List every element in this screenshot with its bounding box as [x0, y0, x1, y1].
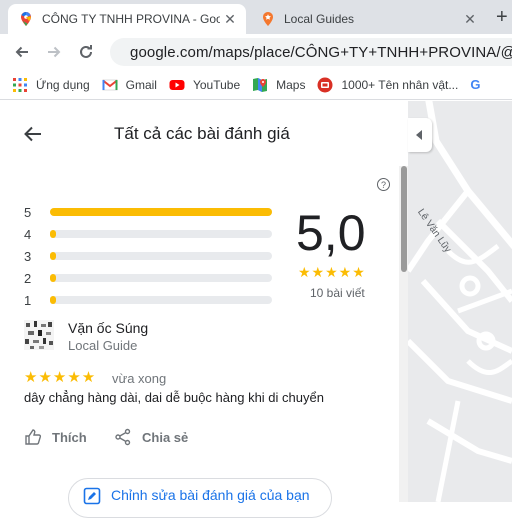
tab-provina[interactable]: CÔNG TY TNHH PROVINA - Goo ✕ — [8, 4, 246, 34]
new-tab-icon[interactable]: + — [496, 6, 508, 29]
rating-bar-label: 2 — [24, 270, 32, 286]
rating-bar-track — [50, 296, 272, 304]
rating-bar-label: 5 — [24, 204, 32, 220]
rating-bar-track — [50, 252, 272, 260]
browser-toolbar: google.com/maps/place/CÔNG+TY+TNHH+PROVI… — [0, 34, 512, 70]
average-stars: ★★★★★ — [298, 264, 366, 280]
tab-title: CÔNG TY TNHH PROVINA - Goo — [42, 12, 220, 26]
review-stars: ★★★★★ — [24, 369, 97, 386]
google-maps-icon — [21, 12, 31, 26]
bookmark-label: 1000+ Tên nhân vật... — [341, 77, 459, 92]
chevron-left-icon — [416, 130, 422, 140]
bookmarks-bar: Ứng dụng Gmail YouTube Maps 1000+ Tên nh… — [0, 70, 512, 100]
review-time: vừa xong — [112, 371, 167, 386]
average-score: 5,0 — [296, 205, 366, 261]
bookmark-label: Gmail — [125, 77, 157, 92]
rating-bar-track — [50, 274, 272, 282]
reviewer-name[interactable]: Vặn ốc Súng — [68, 320, 148, 336]
rating-bar-label: 3 — [24, 248, 32, 264]
collapse-panel-button[interactable] — [408, 118, 432, 152]
share-icon — [115, 428, 131, 446]
back-arrow-icon[interactable] — [22, 123, 44, 145]
page-title: Tất cả các bài đánh giá — [114, 124, 290, 143]
help-icon[interactable]: ? — [377, 178, 390, 191]
back-arrow-icon[interactable] — [10, 40, 34, 64]
thumbs-up-icon — [25, 429, 42, 445]
close-tab-icon[interactable]: ✕ — [220, 11, 240, 28]
bookmark-site[interactable]: 1000+ Tên nhân vật... — [317, 77, 458, 93]
edit-review-button[interactable]: Chỉnh sửa bài đánh giá của bạn — [68, 478, 332, 518]
rating-bar-label: 4 — [24, 226, 32, 242]
maps-icon — [253, 77, 268, 92]
close-tab-icon[interactable]: ✕ — [460, 11, 480, 28]
rating-bar-row: 5 — [24, 204, 272, 220]
bookmark-google[interactable]: G — [470, 77, 480, 92]
rating-bar-fill — [50, 252, 56, 260]
tab-bar: CÔNG TY TNHH PROVINA - Goo ✕ Local Guide… — [0, 0, 512, 34]
local-guides-icon — [263, 12, 273, 26]
rating-bar-track — [50, 230, 272, 238]
share-label: Chia sẻ — [142, 429, 189, 445]
google-icon: G — [470, 77, 481, 92]
forward-arrow-icon[interactable] — [42, 40, 66, 64]
bookmark-youtube[interactable]: YouTube — [169, 77, 240, 93]
rating-bar-row: 2 — [24, 270, 272, 286]
tab-title: Local Guides — [284, 12, 355, 26]
rating-bar-row: 3 — [24, 248, 272, 264]
bookmark-label: Ứng dụng — [36, 77, 90, 92]
address-bar[interactable]: google.com/maps/place/CÔNG+TY+TNHH+PROVI… — [110, 38, 512, 66]
gmail-icon — [102, 79, 118, 90]
review-text: dây chẳng hàng dài, dai dễ buộc hàng khi… — [24, 390, 324, 405]
avatar[interactable] — [24, 320, 54, 350]
tab-local-guides[interactable]: Local Guides ✕ — [250, 4, 486, 34]
bookmark-label: Maps — [276, 77, 306, 92]
rating-bar-fill — [50, 208, 272, 216]
share-button[interactable]: Chia sẻ — [114, 428, 188, 446]
reload-icon[interactable] — [74, 40, 98, 64]
bookmark-gmail[interactable]: Gmail — [102, 77, 157, 93]
bookmark-apps[interactable]: Ứng dụng — [12, 77, 90, 93]
youtube-icon — [169, 79, 185, 90]
rating-bar-track — [50, 208, 272, 216]
map-area[interactable]: Lê Văn Lũy — [408, 101, 512, 502]
rating-bar-row: 1 — [24, 292, 272, 308]
url-text: google.com/maps/place/CÔNG+TY+TNHH+PROVI… — [130, 43, 512, 61]
rating-bar-fill — [50, 296, 56, 304]
rating-bar-fill — [50, 274, 56, 282]
edit-review-icon — [83, 487, 101, 505]
rating-bar-fill — [50, 230, 56, 238]
scrollbar-thumb[interactable] — [401, 166, 407, 272]
like-button[interactable]: Thích — [24, 428, 87, 446]
edit-review-label: Chỉnh sửa bài đánh giá của bạn — [111, 487, 310, 503]
apps-grid-icon — [13, 77, 27, 92]
bookmark-maps[interactable]: Maps — [252, 77, 305, 93]
bookmark-site-icon — [317, 77, 333, 92]
rating-bar-label: 1 — [24, 292, 32, 308]
bookmark-label: YouTube — [192, 77, 241, 92]
review-count[interactable]: 10 bài viết — [310, 286, 365, 300]
like-label: Thích — [52, 429, 87, 445]
rating-bar-row: 4 — [24, 226, 272, 242]
reviewer-badge: Local Guide — [68, 338, 138, 353]
